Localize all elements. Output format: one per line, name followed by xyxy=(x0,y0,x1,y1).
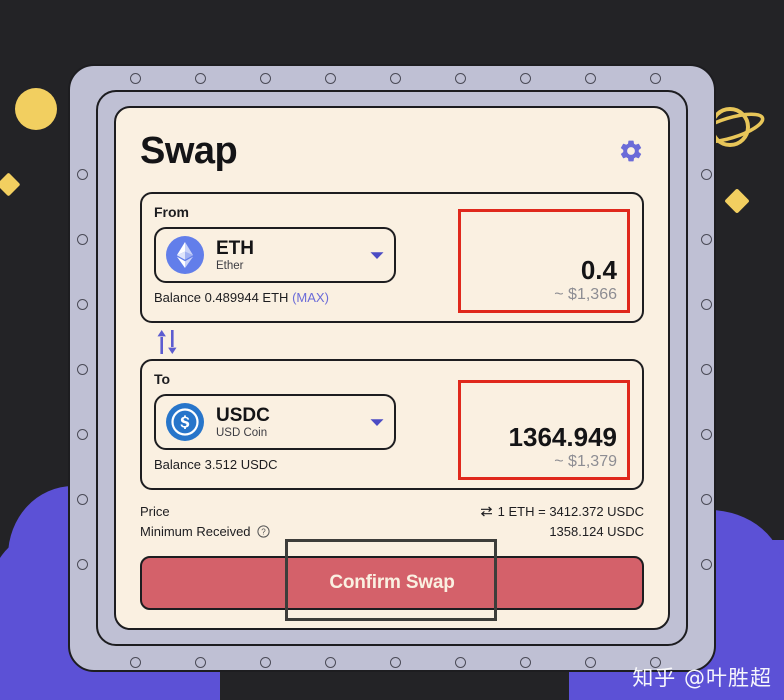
from-balance: Balance 0.489944 ETH (MAX) xyxy=(154,290,396,305)
svg-text:?: ? xyxy=(261,527,266,536)
frame-rivet xyxy=(194,72,206,84)
from-panel: From ETH Ether Balance 0.489944 ETH (MAX… xyxy=(140,192,644,323)
frame-rivet xyxy=(389,72,401,84)
minimum-received-label: Minimum Received xyxy=(140,524,251,539)
frame-rivet xyxy=(389,656,401,668)
frame-rivet xyxy=(700,363,712,375)
from-amount-input[interactable]: 0.4 xyxy=(581,256,617,285)
frame-rivet xyxy=(649,72,661,84)
frame-rivet xyxy=(259,656,271,668)
gear-icon[interactable] xyxy=(618,138,644,164)
yellow-diamond-left-decoration xyxy=(0,172,21,197)
frame-rivet xyxy=(76,493,88,505)
price-row: Price 1 ETH = 3412.372 USDC xyxy=(140,504,644,519)
frame-rivet xyxy=(324,656,336,668)
frame-rivet xyxy=(700,558,712,570)
to-balance: Balance 3.512 USDC xyxy=(154,457,396,472)
to-token-selector[interactable]: USDC USD Coin xyxy=(154,394,396,450)
confirm-swap-button[interactable]: Confirm Swap xyxy=(140,556,644,610)
to-token-name: USD Coin xyxy=(216,426,268,439)
from-token-name: Ether xyxy=(216,259,244,272)
question-mark-icon[interactable]: ? xyxy=(256,525,270,538)
yellow-diamond-right-decoration xyxy=(724,188,750,214)
frame-rivet xyxy=(584,72,596,84)
chevron-down-icon[interactable] xyxy=(370,251,384,260)
frame-rivet xyxy=(76,558,88,570)
frame-rivet xyxy=(454,72,466,84)
frame-rivet xyxy=(129,656,141,668)
swap-card: Swap From ETH Ether Balance 0.489944 ETH… xyxy=(114,106,670,630)
from-token-text: ETH Ether xyxy=(216,237,364,272)
to-token-symbol: USDC xyxy=(216,404,270,426)
price-value-group: 1 ETH = 3412.372 USDC xyxy=(480,504,644,519)
to-panel: To USDC USD Coin Balance 3.512 USDC 1364… xyxy=(140,359,644,490)
from-amount-usd: ~ $1,366 xyxy=(554,286,617,303)
frame-rivet xyxy=(259,72,271,84)
swap-direction-button[interactable] xyxy=(140,323,180,359)
minimum-received-label-group: Minimum Received ? xyxy=(140,524,270,539)
frame-rivet xyxy=(700,298,712,310)
from-token-symbol: ETH xyxy=(216,237,254,259)
frame-rivet xyxy=(194,656,206,668)
frame-rivet xyxy=(76,363,88,375)
from-row: ETH Ether Balance 0.489944 ETH (MAX) 0.4… xyxy=(154,209,630,313)
from-balance-text: Balance 0.489944 ETH xyxy=(154,290,289,305)
frame-rivet xyxy=(129,72,141,84)
frame-rivet xyxy=(519,72,531,84)
frame-rivet xyxy=(454,656,466,668)
usdc-icon xyxy=(166,403,204,441)
to-amount-usd: ~ $1,379 xyxy=(554,453,617,470)
frame-rivet xyxy=(324,72,336,84)
to-balance-text: Balance 3.512 USDC xyxy=(154,457,278,472)
watermark: 知乎 @叶胜超 xyxy=(632,666,772,690)
frame-rivet xyxy=(76,298,88,310)
swap-vertical-arrows-icon xyxy=(157,330,177,354)
frame-rivet xyxy=(584,656,596,668)
frame-rivet xyxy=(76,233,88,245)
to-amount-annotation-box: 1364.949 ~ $1,379 xyxy=(458,380,630,480)
frame-rivet xyxy=(76,168,88,180)
from-token-selector[interactable]: ETH Ether xyxy=(154,227,396,283)
device-frame: Swap From ETH Ether Balance 0.489944 ETH… xyxy=(68,64,716,672)
frame-rivet xyxy=(700,168,712,180)
swap-horizontal-icon[interactable] xyxy=(480,506,493,517)
to-token-text: USDC USD Coin xyxy=(216,404,364,439)
frame-rivet xyxy=(76,428,88,440)
chevron-down-icon[interactable] xyxy=(370,418,384,427)
frame-rivet xyxy=(519,656,531,668)
ethereum-icon xyxy=(166,236,204,274)
card-header: Swap xyxy=(140,132,644,170)
page-title: Swap xyxy=(140,130,238,172)
price-label: Price xyxy=(140,504,170,519)
price-value: 1 ETH = 3412.372 USDC xyxy=(497,504,644,519)
to-amount-input[interactable]: 1364.949 xyxy=(509,423,617,452)
frame-rivet xyxy=(700,428,712,440)
max-button[interactable]: (MAX) xyxy=(292,290,329,305)
from-amount-annotation-box: 0.4 ~ $1,366 xyxy=(458,209,630,313)
to-row: USDC USD Coin Balance 3.512 USDC 1364.94… xyxy=(154,380,630,480)
info-rows: Price 1 ETH = 3412.372 USDC Minimum Rece… xyxy=(140,504,644,539)
frame-rivet xyxy=(700,233,712,245)
frame-rivet xyxy=(700,493,712,505)
minimum-received-row: Minimum Received ? 1358.124 USDC xyxy=(140,524,644,539)
yellow-circle-decoration xyxy=(15,88,57,130)
minimum-received-value: 1358.124 USDC xyxy=(549,524,644,539)
